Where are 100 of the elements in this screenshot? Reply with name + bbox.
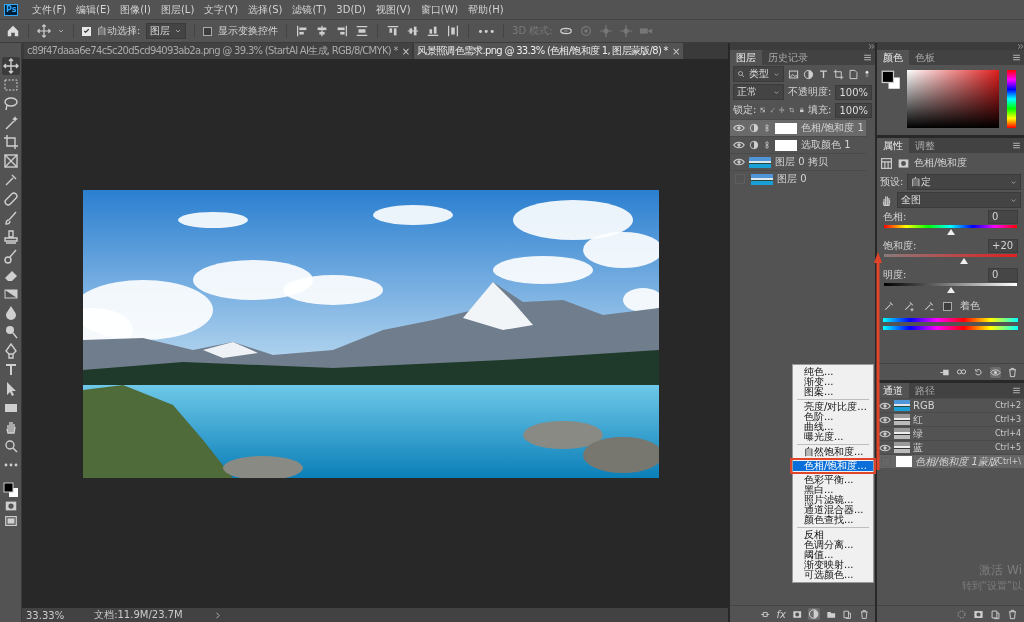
trash-icon[interactable] — [1007, 366, 1018, 378]
lasso-icon[interactable] — [1, 95, 20, 113]
fill-field[interactable]: 100% — [835, 102, 872, 118]
home-icon[interactable] — [6, 24, 20, 38]
blend-mode-dropdown[interactable]: 正常 — [733, 84, 785, 100]
screen-mode-icon[interactable] — [3, 514, 18, 528]
menu-item[interactable]: 曝光度... — [793, 432, 873, 442]
trash-icon[interactable] — [1007, 608, 1018, 620]
menu-item[interactable]: 渐变映射... — [793, 560, 873, 570]
eyedropper-plus-icon[interactable] — [903, 300, 915, 312]
menu-item[interactable]: 色阶... — [793, 412, 873, 422]
preset-dropdown[interactable]: 自定 — [907, 174, 1021, 190]
range-dropdown[interactable]: 全图 — [897, 192, 1021, 208]
distribute-icon[interactable] — [426, 24, 441, 38]
eye-icon[interactable] — [733, 156, 745, 168]
checkbox[interactable] — [943, 301, 952, 311]
channel-row[interactable]: 色相/饱和度 1蒙版Ctrl+\ — [877, 454, 1024, 468]
menu-item[interactable]: 文件(F) — [32, 2, 67, 17]
new-layer-icon[interactable] — [842, 608, 853, 620]
menu-item[interactable]: 照片滤镜... — [793, 495, 873, 505]
slider-thumb[interactable] — [946, 229, 955, 235]
reset-icon[interactable] — [973, 366, 984, 378]
filter-dropdown[interactable]: 类型 — [733, 66, 784, 82]
eyedropper-minus-icon[interactable] — [923, 300, 935, 312]
double-chevron-icon[interactable] — [1017, 43, 1024, 50]
eye-icon[interactable] — [990, 366, 1001, 378]
bandage-icon[interactable] — [1, 190, 20, 208]
eyedropper-icon[interactable] — [883, 300, 895, 312]
move-tool-icon[interactable] — [1, 57, 20, 75]
color-swatches-icon[interactable] — [881, 70, 901, 90]
more-options-button[interactable]: ••• — [477, 25, 496, 37]
channel-row[interactable]: RGB Ctrl+2 — [877, 398, 1024, 412]
hue-strip[interactable] — [1007, 70, 1016, 128]
page-filter-icon[interactable] — [848, 68, 859, 80]
menu-item[interactable]: 可选颜色... — [793, 570, 873, 580]
padlock-icon[interactable] — [798, 105, 805, 115]
visibility-toggle[interactable] — [881, 456, 891, 467]
menu-item[interactable]: 色彩平衡... — [793, 475, 873, 485]
menu-item[interactable]: 反相 — [793, 530, 873, 540]
menu-item[interactable]: 视图(V) — [375, 2, 411, 17]
document-tab[interactable]: 风景照调色需求.png @ 33.3% (色相/饱和度 1, 图层蒙版/8) * × — [414, 43, 683, 59]
view-icon[interactable] — [956, 366, 967, 378]
checkbox[interactable] — [203, 26, 213, 36]
close-button[interactable]: × — [671, 45, 680, 57]
crop-icon[interactable] — [788, 105, 795, 115]
adjustment-icon[interactable] — [808, 608, 820, 620]
menu-item[interactable]: 图层(L) — [160, 2, 195, 17]
layer-style-button[interactable]: fx — [776, 608, 786, 620]
align-icon[interactable] — [355, 24, 370, 38]
panel-tab[interactable]: 图层 — [730, 50, 762, 65]
panel-menu-icon[interactable] — [1012, 386, 1021, 395]
hand-icon[interactable] — [880, 193, 893, 207]
channel-row[interactable]: 红 Ctrl+3 — [877, 412, 1024, 426]
layer-row[interactable]: 选取颜色 1 — [730, 136, 866, 153]
distribute-icon[interactable] — [446, 24, 461, 38]
panel-tab[interactable]: 路径 — [909, 383, 941, 398]
value-field[interactable]: 0 — [988, 268, 1018, 282]
menu-item[interactable]: 色相/饱和度... — [793, 461, 873, 471]
value-field[interactable]: +20 — [988, 239, 1018, 253]
layer-row[interactable]: 色相/饱和度 1 — [730, 119, 866, 136]
value-field[interactable]: 0 — [988, 210, 1018, 224]
menu-item[interactable]: 帮助(H) — [468, 2, 504, 17]
color-field[interactable] — [907, 70, 999, 128]
adjustment-layer-icon[interactable] — [880, 156, 893, 170]
filter-toggle[interactable] — [863, 68, 871, 80]
menu-item[interactable]: 阈值... — [793, 550, 873, 560]
menu-item[interactable]: 自然饱和度... — [793, 447, 873, 457]
align-icon[interactable] — [335, 24, 350, 38]
menu-item[interactable]: 3D(D) — [336, 4, 366, 15]
menu-item[interactable]: 图像(I) — [120, 2, 151, 17]
image-filter-icon[interactable] — [788, 68, 799, 80]
mask-icon[interactable] — [897, 156, 910, 170]
adjustment-filter-icon[interactable] — [803, 68, 814, 80]
menu-item[interactable]: 窗口(W) — [420, 2, 459, 17]
mask-icon[interactable] — [791, 608, 803, 620]
eye-icon[interactable] — [733, 139, 745, 151]
panel-tab[interactable]: 调整 — [909, 138, 941, 153]
layer-row[interactable]: 图层 0 拷贝 — [730, 153, 866, 170]
document-tab[interactable]: c89f47daaa6e74c5c20d5cd94093ab2a.png @ 39.3% (StartAI AI生成, RGB/8/CMYK) * × — [24, 43, 413, 59]
layer-row[interactable]: 图层 0 — [730, 170, 866, 187]
menu-item[interactable]: 黑白... — [793, 485, 873, 495]
type-filter-icon[interactable] — [818, 68, 829, 80]
crop-icon[interactable] — [1, 133, 20, 151]
shape-filter-icon[interactable] — [833, 68, 844, 80]
menu-item[interactable]: 滤镜(T) — [292, 2, 327, 17]
menu-item[interactable]: 纯色... — [793, 367, 873, 377]
panel-tab[interactable]: 颜色 — [877, 50, 909, 65]
panel-menu-icon[interactable] — [863, 53, 872, 62]
stamp-icon[interactable] — [1, 228, 20, 246]
mask-icon[interactable] — [973, 608, 984, 620]
eye-icon[interactable] — [733, 122, 745, 134]
menu-item[interactable]: 编辑(E) — [76, 2, 111, 17]
target-dropdown[interactable]: 图层 — [146, 23, 187, 39]
panel-menu-icon[interactable] — [1012, 53, 1021, 62]
channel-row[interactable]: 绿 Ctrl+4 — [877, 426, 1024, 440]
menu-item[interactable]: 渐变... — [793, 377, 873, 387]
double-chevron-icon[interactable] — [868, 43, 875, 50]
menu-item[interactable]: 亮度/对比度... — [793, 402, 873, 412]
menu-item[interactable]: 颜色查找... — [793, 515, 873, 525]
panel-menu-icon[interactable] — [1012, 141, 1021, 150]
